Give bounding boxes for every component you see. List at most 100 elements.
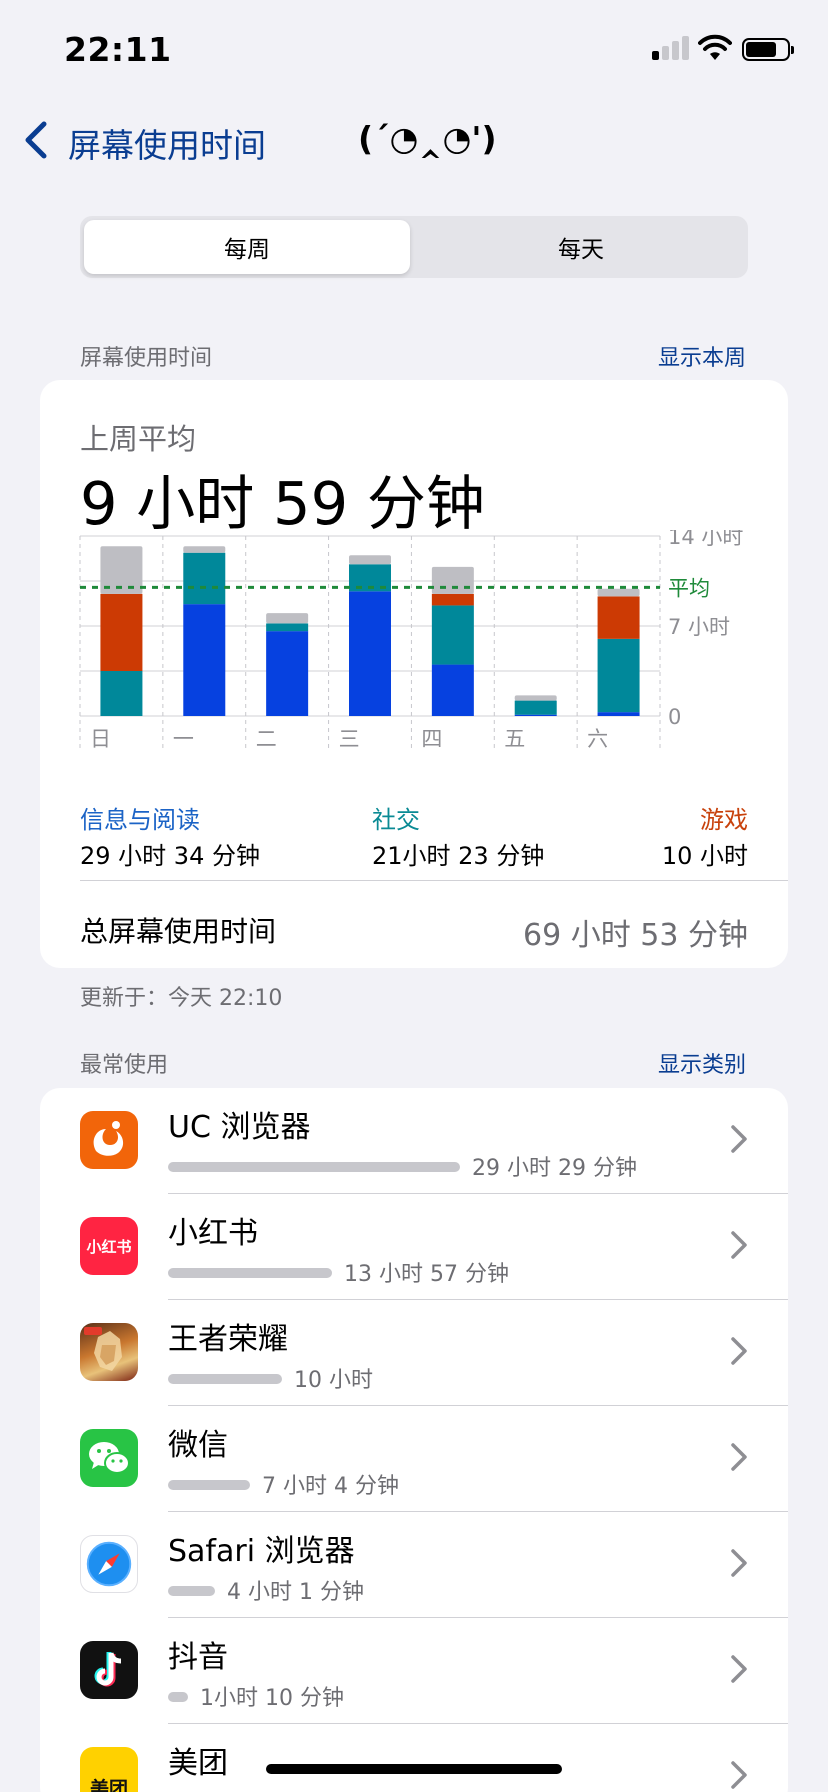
app-name: 王者荣耀 — [168, 1322, 288, 1357]
bar-2-series-0 — [266, 631, 309, 716]
bar-1-series-0 — [183, 604, 226, 716]
x-tick-label: 五 — [504, 727, 525, 751]
wechat-icon — [80, 1429, 138, 1487]
weekly-usage-chart[interactable]: 日 一 二 三 四 五 六 14 小时 7 小时 0 平均 — [60, 530, 760, 765]
segment-daily[interactable]: 每天 — [418, 220, 744, 274]
bar-4-series-0 — [431, 664, 474, 716]
usage-summary-card[interactable]: 上周平均 9 小时 59 分钟 日 一 二 三 四 五 六 14 小时 7 小时 0 平均 信息与阅… — [40, 380, 788, 968]
usage-bar — [168, 1480, 250, 1490]
y-tick-label: 14 小时 — [668, 530, 743, 549]
average-label: 上周平均 — [80, 422, 197, 456]
y-tick-label: 0 — [668, 705, 681, 729]
bar-2-series-1 — [266, 623, 309, 632]
app-name: 微信 — [168, 1428, 228, 1463]
y-tick-label: 7 小时 — [668, 615, 730, 639]
usage-bar — [168, 1162, 460, 1172]
divider — [80, 880, 788, 881]
usage-bar — [168, 1692, 188, 1702]
bar-2-series-3 — [266, 613, 309, 624]
bar-3-series-0 — [349, 591, 391, 716]
chevron-right-icon — [731, 1125, 747, 1153]
x-tick-label: 二 — [256, 727, 277, 751]
xiaohongshu-icon: 小红书 — [80, 1217, 138, 1275]
list-item-wechat[interactable]: 微信 7 小时 4 分钟 — [40, 1406, 788, 1512]
meituan-icon: 美团 — [80, 1747, 138, 1792]
app-name: Safari 浏览器 — [168, 1534, 355, 1569]
x-tick-label: 日 — [90, 727, 111, 751]
usage-time: 7 小时 4 分钟 — [262, 1474, 399, 1499]
chevron-right-icon — [731, 1761, 747, 1789]
usage-time: 13 小时 57 分钟 — [344, 1262, 509, 1287]
usage-time: 10 小时 — [294, 1368, 373, 1393]
chevron-left-icon[interactable] — [22, 120, 52, 160]
bar-6-series-2 — [597, 596, 640, 639]
average-label: 平均 — [668, 576, 710, 600]
show-categories-link[interactable]: 显示类别 — [658, 1047, 746, 1079]
x-tick-label: 三 — [339, 727, 360, 751]
bar-0-series-2 — [100, 593, 143, 671]
segment-weekly[interactable]: 每周 — [84, 220, 410, 274]
usage-bar — [168, 1586, 215, 1596]
chevron-right-icon — [731, 1549, 747, 1577]
list-item-uc-browser[interactable]: UC 浏览器 29 小时 29 分钟 — [40, 1088, 788, 1194]
most-used-section-label: 最常使用 — [80, 1053, 169, 1078]
battery-icon — [742, 38, 794, 61]
period-segmented-control: 每周 每天 — [80, 216, 748, 278]
chevron-right-icon — [731, 1337, 747, 1365]
bar-5-series-3 — [514, 695, 557, 701]
category-value-reading: 29 小时 34 分钟 — [80, 842, 260, 870]
usage-time: 4 小时 1 分钟 — [227, 1580, 364, 1605]
usage-time: 29 小时 29 分钟 — [472, 1156, 637, 1181]
usage-bar — [168, 1374, 282, 1384]
category-value-social: 21小时 23 分钟 — [372, 842, 545, 870]
bar-3-series-3 — [349, 555, 391, 565]
bar-6-series-3 — [597, 588, 640, 597]
chevron-right-icon — [731, 1231, 747, 1259]
bar-1-series-1 — [183, 552, 226, 605]
bar-6-series-0 — [597, 712, 640, 716]
usage-bar — [168, 1268, 332, 1278]
bar-1-series-3 — [183, 546, 226, 553]
total-screen-time-value: 69 小时 53 分钟 — [523, 918, 748, 953]
bar-4-series-2 — [431, 593, 474, 606]
total-screen-time-label: 总屏幕使用时间 — [80, 915, 277, 948]
app-name: 小红书 — [168, 1216, 258, 1251]
app-name: UC 浏览器 — [168, 1110, 311, 1145]
bar-6-series-1 — [597, 638, 640, 713]
category-label-reading: 信息与阅读 — [80, 806, 200, 834]
x-tick-label: 六 — [587, 727, 608, 751]
cellular-signal-icon — [652, 36, 692, 60]
bar-5-series-0 — [514, 714, 557, 716]
most-used-list: UC 浏览器 29 小时 29 分钟 小红书 小红书 13 小时 57 分钟 王… — [40, 1088, 788, 1792]
bar-4-series-1 — [431, 605, 474, 665]
updated-timestamp: 更新于：今天 22:10 — [80, 986, 283, 1011]
average-value: 9 小时 59 分钟 — [80, 469, 485, 538]
list-item-xiaohongshu[interactable]: 小红书 小红书 13 小时 57 分钟 — [40, 1194, 788, 1300]
chevron-right-icon — [731, 1655, 747, 1683]
status-bar: 22:11 — [0, 0, 828, 100]
bar-4-series-3 — [431, 566, 474, 594]
list-item-safari[interactable]: Safari 浏览器 4 小时 1 分钟 — [40, 1512, 788, 1618]
bar-0-series-1 — [100, 671, 143, 716]
usage-time: 1小时 10 分钟 — [200, 1686, 344, 1711]
bar-5-series-1 — [514, 700, 557, 715]
screen-time-section-label: 屏幕使用时间 — [80, 346, 213, 371]
list-item-meituan[interactable]: 美团 美团 — [40, 1724, 788, 1792]
category-label-games: 游戏 — [700, 806, 748, 834]
chevron-right-icon — [731, 1443, 747, 1471]
category-value-games: 10 小时 — [661, 842, 748, 870]
list-item-douyin[interactable]: 抖音 1小时 10 分钟 — [40, 1618, 788, 1724]
list-item-honor-of-kings[interactable]: 王者荣耀 10 小时 — [40, 1300, 788, 1406]
back-button[interactable]: 屏幕使用时间 — [68, 119, 266, 167]
home-indicator[interactable] — [266, 1764, 562, 1774]
x-tick-label: 四 — [421, 727, 442, 751]
show-this-week-link[interactable]: 显示本周 — [658, 340, 746, 372]
app-name: 美团 — [168, 1746, 228, 1781]
navigation-bar: 屏幕使用时间 (´◔‸◔') — [0, 110, 828, 170]
app-name: 抖音 — [168, 1640, 228, 1675]
douyin-icon — [80, 1641, 138, 1699]
x-tick-label: 一 — [173, 727, 194, 751]
category-label-social: 社交 — [372, 806, 420, 834]
status-time: 22:11 — [64, 30, 172, 69]
page-title: (´◔‸◔') — [358, 119, 497, 158]
